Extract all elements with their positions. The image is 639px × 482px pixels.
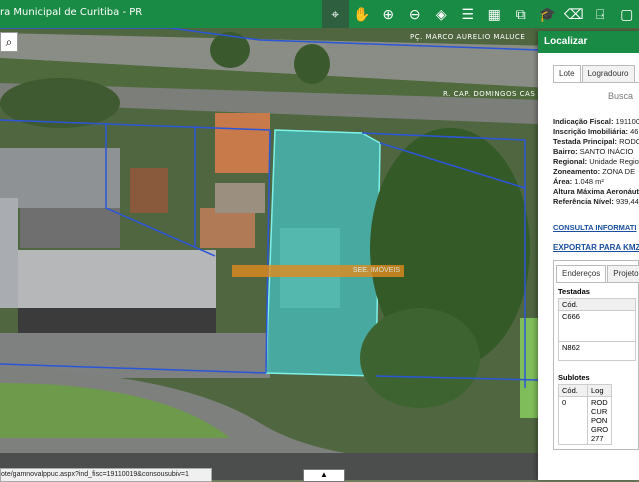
frame-icon[interactable]: ▢ [614, 0, 639, 28]
street-label-domingos: R. CAP. DOMINGOS CAS [443, 90, 535, 98]
sublotes-title: Sublotes [558, 373, 638, 382]
info-row: Testada Principal: RODO [553, 137, 639, 147]
info-row: Área: 1.048 m² [553, 177, 639, 187]
info-label: Testada Principal: [553, 137, 617, 146]
info-value: 191100 [613, 117, 639, 126]
tab-logradouro[interactable]: Logradouro [582, 65, 635, 82]
info-label: Área: [553, 177, 572, 186]
info-label: Referência Nível: [553, 197, 614, 206]
lot-info: Indicação Fiscal: 191100Inscrição Imobil… [553, 117, 639, 207]
eraser-icon[interactable]: ⌫ [561, 0, 588, 28]
street-label-praca: PÇ. MARCO AURELIO MALUCE [410, 33, 525, 41]
zoom-in-icon[interactable]: ⊕ [375, 0, 402, 28]
info-value: 939,44 [614, 197, 639, 206]
panel-tabs: Lote Logradouro [553, 65, 639, 83]
watermark: SEE. IMÓVEIS [232, 265, 404, 277]
info-value: ZONA DE [600, 167, 635, 176]
sublote-log-line: CUR [591, 407, 608, 416]
sublote-log-line: 277 [591, 434, 608, 443]
info-row: Regional: Unidade Regio [553, 157, 639, 167]
info-label: Inscrição Imobiliária: [553, 127, 628, 136]
info-row: Indicação Fiscal: 191100 [553, 117, 639, 127]
tab-projeto[interactable]: Projeto [607, 265, 639, 282]
testadas-header: Cód. [559, 299, 636, 311]
sublote-cod[interactable]: 0 [559, 397, 588, 445]
info-label: Indicação Fiscal: [553, 117, 613, 126]
info-value: RODO [617, 137, 639, 146]
pan-icon[interactable]: ✋ [349, 0, 376, 28]
info-label: Zoneamento: [553, 167, 600, 176]
sublote-log-line: ROD [591, 398, 608, 407]
table-row[interactable]: C666 [559, 311, 636, 342]
panel-title: Localizar [538, 31, 639, 53]
details-tabs: Endereços Projeto [556, 265, 638, 283]
info-label: Bairro: [553, 147, 578, 156]
info-row: Bairro: SANTO INÁCIO [553, 147, 639, 157]
info-row: Zoneamento: ZONA DE [553, 167, 639, 177]
info-label: Regional: [553, 157, 587, 166]
table-row[interactable]: N862 [559, 342, 636, 361]
info-value: 1.048 m² [572, 177, 604, 186]
consulta-link[interactable]: CONSULTA INFORMATI [553, 223, 636, 232]
toolbar: ⌖✋⊕⊖◈☰▦⧉🎓⌫⍈▢ [322, 0, 639, 28]
education-icon[interactable]: 🎓 [534, 0, 561, 28]
tab-lote[interactable]: Lote [553, 65, 581, 82]
info-row: Referência Nível: 939,44 [553, 197, 639, 207]
sublotes-table: Cód. Log 0 RODCURPONGRO277 [558, 384, 612, 445]
localizar-panel: Localizar Lote Logradouro Busca Indicaçã… [538, 31, 639, 480]
testadas-table: Cód. C666 N862 [558, 298, 636, 361]
sublotes-header-cod: Cód. [559, 385, 588, 397]
busca-button[interactable]: Busca [608, 91, 639, 101]
sublote-log-line: PON [591, 416, 608, 425]
list-icon[interactable]: ☰ [455, 0, 482, 28]
info-value: Unidade Regio [587, 157, 639, 166]
zoom-out-icon[interactable]: ⊖ [402, 0, 429, 28]
info-value: 46. [628, 127, 639, 136]
map-search-icon[interactable]: ⌕ [0, 32, 18, 52]
app-title: ra Municipal de Curitiba - PR [0, 7, 142, 18]
testadas-title: Testadas [558, 287, 638, 296]
measure-icon[interactable]: ⧉ [508, 0, 535, 28]
sublote-log-line: GRO [591, 425, 608, 434]
info-value: SANTO INÁCIO [578, 147, 634, 156]
details-box: Endereços Projeto Testadas Cód. C666 N86… [553, 260, 639, 450]
grid-icon[interactable]: ▦ [481, 0, 508, 28]
info-row: Inscrição Imobiliária: 46. [553, 127, 639, 137]
info-row: Altura Máxima Aeronáut [553, 187, 639, 197]
export-kmz-link[interactable]: EXPORTAR PARA KMZ [553, 243, 639, 252]
tab-enderecos[interactable]: Endereços [556, 265, 606, 282]
scroll-up-icon[interactable]: ▲ [303, 469, 345, 482]
identify-icon[interactable]: ⌖ [322, 0, 349, 28]
sublotes-header-log: Log [588, 385, 612, 397]
top-bar: ra Municipal de Curitiba - PR ⌖✋⊕⊖◈☰▦⧉🎓⌫… [0, 0, 639, 28]
info-label: Altura Máxima Aeronáut [553, 187, 639, 196]
layers-icon[interactable]: ◈ [428, 0, 455, 28]
export-icon[interactable]: ⍈ [587, 0, 614, 28]
sublote-log: RODCURPONGRO277 [588, 397, 612, 445]
